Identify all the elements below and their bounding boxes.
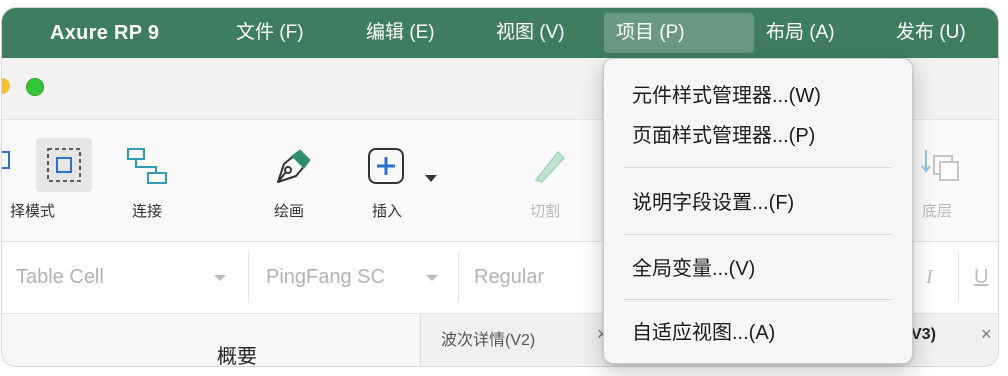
app-menu[interactable]: Axure RP 9: [50, 22, 159, 45]
send-to-back-icon: [921, 150, 959, 181]
menu-separator: [624, 234, 892, 235]
tool-cut-label: 切割: [530, 203, 561, 220]
marquee-select-icon: [47, 148, 81, 182]
divider: [458, 252, 459, 302]
menu-bar: Axure RP 9 文件 (F) 编辑 (E) 视图 (V) 项目 (P) 布…: [2, 8, 998, 58]
tool-connect[interactable]: 连接: [120, 120, 180, 242]
style-dropdown-icon[interactable]: [214, 275, 226, 281]
menu-item-page-style-manager[interactable]: 页面样式管理器...(P): [632, 118, 815, 154]
project-menu-dropdown: 元件样式管理器...(W) 页面样式管理器...(P) 说明字段设置...(F)…: [603, 58, 913, 364]
menu-file[interactable]: 文件 (F): [224, 13, 316, 53]
tool-connect-label: 连接: [132, 203, 163, 220]
screen: Axure RP 9 文件 (F) 编辑 (E) 视图 (V) 项目 (P) 布…: [0, 0, 1008, 376]
font-family-select[interactable]: PingFang SC: [266, 254, 385, 300]
font-weight-select[interactable]: Regular: [474, 254, 544, 300]
menu-project[interactable]: 项目 (P): [604, 13, 754, 53]
tool-insert-label: 插入: [372, 203, 403, 220]
font-family-dropdown-icon[interactable]: [426, 275, 438, 281]
menu-layout[interactable]: 布局 (A): [754, 13, 847, 53]
tab-wave-details-v2[interactable]: 波次详情(V2): [441, 326, 535, 350]
tab-v3[interactable]: V3): [911, 326, 936, 344]
pen-nib-icon: [277, 149, 311, 183]
selection-icon: [2, 151, 10, 169]
tool-select-mode-label: 择模式: [10, 203, 56, 220]
tool-select-mode[interactable]: 择模式: [10, 120, 96, 242]
insert-plus-icon: [368, 148, 404, 184]
style-select[interactable]: Table Cell: [16, 254, 104, 300]
divider: [958, 252, 959, 302]
tool-insert[interactable]: 插入: [354, 120, 444, 242]
menu-separator: [624, 167, 892, 168]
tool-cut[interactable]: 切割: [520, 120, 580, 242]
menu-publish[interactable]: 发布 (U): [884, 13, 978, 53]
minimize-button[interactable]: [2, 78, 10, 94]
italic-button[interactable]: I: [926, 254, 933, 300]
tool-send-to-back-label: 底层: [922, 203, 953, 220]
menu-item-widget-style-manager[interactable]: 元件样式管理器...(W): [632, 78, 821, 114]
tool-select-prev[interactable]: [2, 120, 32, 242]
menu-item-note-fields[interactable]: 说明字段设置...(F): [632, 185, 794, 221]
menu-view[interactable]: 视图 (V): [484, 13, 577, 53]
outline-panel: 概要: [2, 314, 420, 366]
menu-edit[interactable]: 编辑 (E): [354, 13, 447, 53]
close-icon[interactable]: ×: [981, 324, 992, 345]
underline-button[interactable]: U: [974, 254, 988, 300]
menu-item-adaptive-views[interactable]: 自适应视图...(A): [632, 315, 775, 351]
divider: [248, 252, 249, 302]
tool-draw-label: 绘画: [274, 203, 305, 220]
chevron-down-icon[interactable]: [424, 174, 438, 184]
tool-send-to-back[interactable]: 底层: [914, 120, 974, 242]
panel-title-overview[interactable]: 概要: [217, 340, 257, 366]
connector-icon: [127, 148, 167, 184]
tool-draw[interactable]: 绘画: [264, 120, 324, 242]
menu-item-global-variables[interactable]: 全局变量...(V): [632, 251, 755, 287]
zoom-button[interactable]: [26, 78, 44, 96]
menu-separator: [624, 299, 892, 300]
knife-icon: [534, 150, 566, 183]
